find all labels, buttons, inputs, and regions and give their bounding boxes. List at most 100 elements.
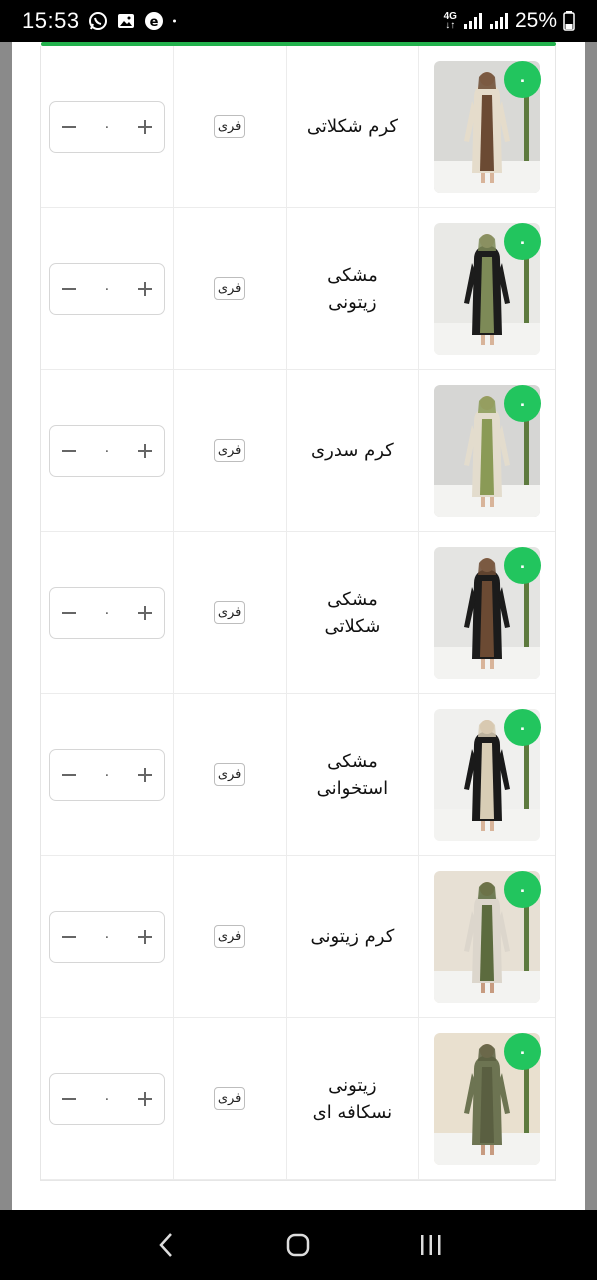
whatsapp-icon [88, 12, 107, 30]
product-table: ۰ کرم شکلاتی فری ۰ ۰ مشکی زیتونی فری ۰ ۰… [40, 46, 556, 1181]
product-row: ۰ مشکی شکلاتی فری ۰ [41, 532, 555, 694]
minus-button[interactable] [56, 762, 82, 788]
product-image-cell: ۰ [418, 856, 555, 1017]
quantity-value[interactable]: ۰ [103, 119, 111, 135]
product-row: ۰ زیتونی نسکافه ای فری ۰ [41, 1018, 555, 1180]
product-image-cell: ۰ [418, 532, 555, 693]
home-button[interactable] [278, 1225, 318, 1265]
size-option[interactable]: فری [213, 1087, 246, 1110]
selected-count-badge: ۰ [504, 871, 541, 908]
page-background: ۰ کرم شکلاتی فری ۰ ۰ مشکی زیتونی فری ۰ ۰… [0, 42, 597, 1210]
size-cell: فری [172, 208, 286, 369]
plus-button[interactable] [132, 924, 158, 950]
size-option[interactable]: فری [213, 115, 246, 138]
product-image-cell: ۰ [418, 1018, 555, 1179]
minus-button[interactable] [56, 924, 82, 950]
network-type: 4G ↓↑ [443, 11, 457, 31]
product-row: ۰ مشکی استخوانی فری ۰ [41, 694, 555, 856]
minus-icon [61, 125, 76, 128]
size-option[interactable]: فری [213, 439, 246, 462]
minus-button[interactable] [56, 438, 82, 464]
quantity-stepper: ۰ [48, 424, 165, 477]
size-option[interactable]: فری [213, 925, 246, 948]
quantity-value[interactable]: ۰ [103, 1091, 111, 1107]
quantity-value[interactable]: ۰ [103, 443, 111, 459]
minus-button[interactable] [56, 600, 82, 626]
size-cell: فری [172, 856, 286, 1017]
plus-icon [137, 281, 152, 296]
svg-text:e: e [149, 15, 158, 30]
plus-icon [137, 929, 152, 944]
product-row: ۰ کرم سدری فری ۰ [41, 370, 555, 532]
notification-dot-icon [172, 19, 176, 23]
product-row: ۰ مشکی زیتونی فری ۰ [41, 208, 555, 370]
minus-icon [61, 935, 76, 938]
quantity-stepper: ۰ [48, 262, 165, 315]
quantity-stepper: ۰ [48, 100, 165, 153]
quantity-cell: ۰ [41, 208, 173, 369]
quantity-value[interactable]: ۰ [103, 281, 111, 297]
battery-icon [563, 11, 575, 31]
quantity-value[interactable]: ۰ [103, 929, 111, 945]
quantity-value[interactable]: ۰ [103, 767, 111, 783]
quantity-cell: ۰ [41, 856, 173, 1017]
status-time: 15:53 [22, 8, 80, 33]
size-cell: فری [172, 1018, 286, 1179]
quantity-stepper: ۰ [48, 1072, 165, 1125]
quantity-stepper: ۰ [48, 748, 165, 801]
minus-button[interactable] [56, 114, 82, 140]
app-e-icon: e [144, 12, 163, 30]
selected-count-badge: ۰ [504, 223, 541, 260]
quantity-cell: ۰ [41, 1018, 173, 1179]
selected-count-badge: ۰ [504, 1033, 541, 1070]
minus-button[interactable] [56, 1086, 82, 1112]
minus-icon [61, 1097, 76, 1100]
minus-button[interactable] [56, 276, 82, 302]
home-icon [287, 1233, 310, 1257]
product-image-cell: ۰ [418, 208, 555, 369]
minus-icon [61, 287, 76, 290]
plus-button[interactable] [132, 438, 158, 464]
back-icon [159, 1233, 173, 1257]
quantity-stepper: ۰ [48, 910, 165, 963]
product-name: کرم سدری [285, 370, 419, 531]
product-image-cell: ۰ [418, 46, 555, 207]
quantity-value[interactable]: ۰ [103, 605, 111, 621]
product-name: مشکی استخوانی [285, 694, 419, 855]
minus-icon [61, 773, 76, 776]
product-name: کرم شکلاتی [285, 46, 419, 207]
plus-button[interactable] [132, 276, 158, 302]
signal-icon [463, 13, 482, 29]
back-button[interactable] [146, 1225, 186, 1265]
plus-icon [137, 605, 152, 620]
quantity-cell: ۰ [41, 532, 173, 693]
navigation-bar [0, 1210, 597, 1280]
plus-button[interactable] [132, 1086, 158, 1112]
selected-count-badge: ۰ [504, 61, 541, 98]
product-name: زیتونی نسکافه ای [285, 1018, 419, 1179]
product-image-cell: ۰ [418, 370, 555, 531]
recent-apps-icon [420, 1235, 441, 1255]
size-cell: فری [172, 532, 286, 693]
size-option[interactable]: فری [213, 763, 246, 786]
plus-icon [137, 1091, 152, 1106]
size-option[interactable]: فری [213, 601, 246, 624]
status-bar: 15:53 e 4G ↓↑ 25% [0, 0, 597, 42]
size-cell: فری [172, 46, 286, 207]
size-cell: فری [172, 694, 286, 855]
quantity-cell: ۰ [41, 694, 173, 855]
quantity-stepper: ۰ [48, 586, 165, 639]
gallery-icon [117, 14, 134, 28]
plus-button[interactable] [132, 600, 158, 626]
plus-button[interactable] [132, 114, 158, 140]
quantity-cell: ۰ [41, 370, 173, 531]
plus-button[interactable] [132, 762, 158, 788]
signal-2-icon [489, 13, 508, 29]
plus-icon [137, 119, 152, 134]
size-option[interactable]: فری [213, 277, 246, 300]
recent-apps-button[interactable] [411, 1225, 451, 1265]
minus-icon [61, 449, 76, 452]
product-row: ۰ کرم شکلاتی فری ۰ [41, 46, 555, 208]
minus-icon [61, 611, 76, 614]
selected-count-badge: ۰ [504, 385, 541, 422]
